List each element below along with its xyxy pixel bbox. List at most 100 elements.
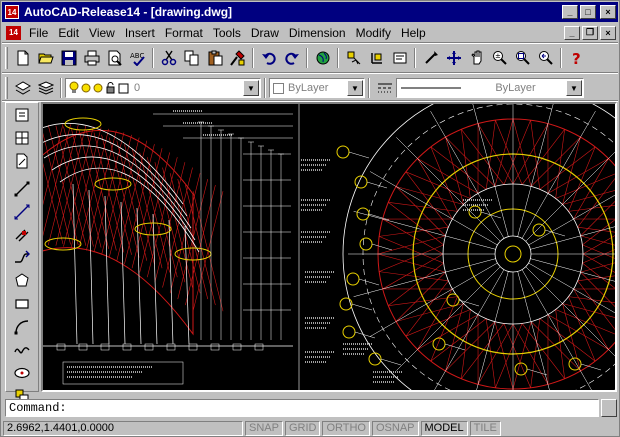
zoom-realtime-icon[interactable]: ± xyxy=(488,47,511,69)
linetype-dropdown[interactable]: ByLayer ▼ xyxy=(396,78,584,98)
hub-center xyxy=(504,245,522,263)
copy-icon[interactable] xyxy=(180,47,203,69)
help-icon[interactable]: ? xyxy=(565,47,588,69)
radial-spoke xyxy=(369,262,498,337)
callout-bubble xyxy=(342,325,356,339)
coordinate-display[interactable]: 2.6962,1.4401,0.0000 xyxy=(3,420,243,436)
spell-check-icon[interactable]: ABC xyxy=(126,47,149,69)
callout-bubble xyxy=(432,337,446,351)
pan-icon[interactable] xyxy=(465,47,488,69)
menu-tools[interactable]: Tools xyxy=(208,26,246,40)
print-preview-icon[interactable] xyxy=(103,47,126,69)
line-icon[interactable] xyxy=(10,178,34,200)
linetype-icon[interactable] xyxy=(373,77,396,99)
command-line-scrollbar[interactable] xyxy=(601,399,617,417)
layer-dropdown[interactable]: 0 ▼ xyxy=(65,78,261,98)
command-line[interactable]: Command: xyxy=(5,399,599,417)
menu-draw[interactable]: Draw xyxy=(246,26,284,40)
new-icon[interactable] xyxy=(11,47,34,69)
callout-leader xyxy=(371,243,393,251)
color-dropdown[interactable]: ByLayer ▼ xyxy=(269,78,365,98)
autocad-window: 14 AutoCAD-Release14 - [drawing.dwg] _ □… xyxy=(0,0,620,437)
doc-close-button[interactable]: × xyxy=(600,25,616,40)
footing xyxy=(254,343,264,351)
grid-toggle[interactable]: GRID xyxy=(284,420,321,436)
object-snap-icon[interactable] xyxy=(342,47,365,69)
draw-order-icon[interactable] xyxy=(10,104,34,126)
document-icon[interactable]: 14 xyxy=(6,25,21,40)
redraw-icon[interactable] xyxy=(419,47,442,69)
model-toggle[interactable]: MODEL xyxy=(420,420,468,436)
tiled-viewports-icon[interactable] xyxy=(10,127,34,149)
save-icon[interactable] xyxy=(57,47,80,69)
dome-lattice xyxy=(43,124,71,237)
polyline-icon[interactable] xyxy=(10,247,34,269)
ellipse-icon[interactable] xyxy=(10,362,34,384)
layer-dropdown-value: 0 xyxy=(134,82,141,94)
make-layer-current-icon[interactable] xyxy=(11,77,34,99)
multiline-icon[interactable] xyxy=(10,224,34,246)
toolbar-separator xyxy=(368,78,370,98)
minimize-button[interactable]: _ xyxy=(562,5,578,19)
rectangle-icon[interactable] xyxy=(10,293,34,315)
chevron-down-icon[interactable]: ▼ xyxy=(243,80,259,96)
drawing-area[interactable] xyxy=(41,102,617,392)
callout-leader xyxy=(351,303,373,311)
lattice-member xyxy=(495,323,523,388)
zoom-previous-icon[interactable] xyxy=(534,47,557,69)
osnap-toggle[interactable]: OSNAP xyxy=(372,420,419,436)
lattice-member xyxy=(582,253,615,273)
snap-toggle[interactable]: SNAP xyxy=(245,420,283,436)
zoom-window-icon[interactable] xyxy=(511,47,534,69)
construction-line-icon[interactable] xyxy=(10,201,34,223)
footing xyxy=(144,343,154,351)
cad-drawing[interactable] xyxy=(43,104,615,390)
arc-icon[interactable] xyxy=(10,316,34,338)
menu-view[interactable]: View xyxy=(84,26,120,40)
menu-modify[interactable]: Modify xyxy=(351,26,396,40)
menu-format[interactable]: Format xyxy=(160,26,208,40)
launch-browser-icon[interactable] xyxy=(311,47,334,69)
doc-restore-button[interactable]: ❐ xyxy=(582,25,598,40)
title-bar[interactable]: 14 AutoCAD-Release14 - [drawing.dwg] _ □… xyxy=(2,2,618,22)
menu-file[interactable]: File xyxy=(24,26,53,40)
spline-icon[interactable] xyxy=(10,339,34,361)
ucs-icon[interactable] xyxy=(365,47,388,69)
menu-help[interactable]: Help xyxy=(396,26,431,40)
paste-icon[interactable] xyxy=(203,47,226,69)
open-icon[interactable] xyxy=(34,47,57,69)
footing xyxy=(210,343,220,351)
footing xyxy=(188,343,198,351)
cut-icon[interactable] xyxy=(157,47,180,69)
lattice-member xyxy=(379,236,444,264)
undo-icon[interactable] xyxy=(257,47,280,69)
print-icon[interactable] xyxy=(80,47,103,69)
toolbar-grip[interactable] xyxy=(5,47,8,69)
menu-edit[interactable]: Edit xyxy=(53,26,84,40)
lattice-member xyxy=(582,235,615,255)
chevron-down-icon[interactable]: ▼ xyxy=(347,80,363,96)
layers-icon[interactable] xyxy=(34,77,57,99)
menu-dimension[interactable]: Dimension xyxy=(284,26,351,40)
lattice-member xyxy=(379,271,449,282)
autocad-app-icon[interactable]: 14 xyxy=(5,5,19,19)
toolbar-separator xyxy=(414,48,416,68)
doc-minimize-button[interactable]: _ xyxy=(564,25,580,40)
tile-toggle[interactable]: TILE xyxy=(469,420,501,436)
chevron-down-icon[interactable]: ▼ xyxy=(566,80,582,96)
match-properties-icon[interactable] xyxy=(226,47,249,69)
inquiry-icon[interactable] xyxy=(388,47,411,69)
redo-icon[interactable] xyxy=(280,47,303,69)
polygon-icon[interactable] xyxy=(10,270,34,292)
ortho-toggle[interactable]: ORTHO xyxy=(322,420,370,436)
maximize-button[interactable]: □ xyxy=(580,5,596,19)
close-button[interactable]: × xyxy=(600,5,616,19)
callout-leader xyxy=(480,211,502,219)
callout-leader xyxy=(380,358,402,366)
aerial-view-icon[interactable] xyxy=(442,47,465,69)
callout-bubble xyxy=(346,272,360,286)
lattice-member xyxy=(582,249,615,264)
drawing-file-icon[interactable] xyxy=(10,150,34,172)
menu-insert[interactable]: Insert xyxy=(120,26,160,40)
toolbar-grip[interactable] xyxy=(5,77,8,99)
